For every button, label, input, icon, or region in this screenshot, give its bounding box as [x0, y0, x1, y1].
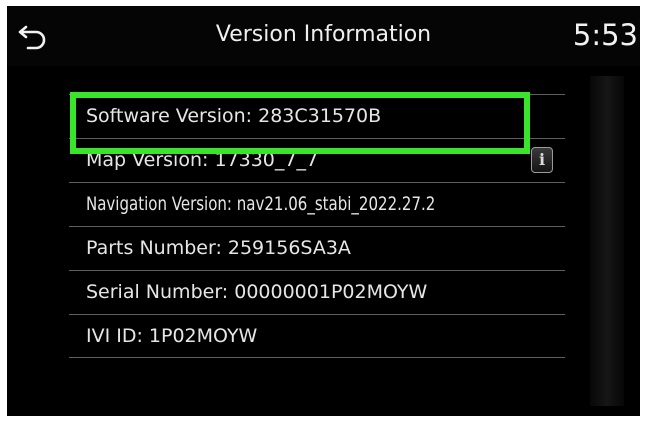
- parts-number-text: Parts Number: 259156SA3A: [86, 237, 351, 259]
- serial-number-row[interactable]: Serial Number: 00000001P02MOYW: [69, 270, 565, 314]
- software-version-text: Software Version: 283C31570B: [86, 105, 382, 127]
- parts-number-row[interactable]: Parts Number: 259156SA3A: [69, 226, 565, 270]
- map-info-button[interactable]: i: [531, 147, 553, 173]
- version-info-list: Software Version: 283C31570B Map Version…: [69, 94, 565, 358]
- ivi-id-row[interactable]: IVI ID: 1P02MOYW: [69, 314, 565, 358]
- navigation-version-text: Navigation Version: nav21.06_stabi_2022.…: [86, 193, 436, 215]
- display-screen: Version Information 5:53 Software Versio…: [7, 6, 640, 416]
- ivi-id-text: IVI ID: 1P02MOYW: [86, 325, 258, 347]
- clock: 5:53: [572, 18, 638, 52]
- back-button[interactable]: [17, 20, 53, 52]
- map-version-row[interactable]: Map Version: 17330_7_7 i: [69, 138, 565, 182]
- page-title: Version Information: [215, 22, 432, 47]
- header-bar: Version Information 5:53: [7, 6, 640, 66]
- navigation-version-row[interactable]: Navigation Version: nav21.06_stabi_2022.…: [69, 182, 565, 226]
- software-version-row[interactable]: Software Version: 283C31570B: [69, 94, 565, 138]
- serial-number-text: Serial Number: 00000001P02MOYW: [86, 281, 428, 303]
- info-icon: i: [538, 150, 546, 169]
- map-version-text: Map Version: 17330_7_7: [86, 149, 319, 171]
- back-arrow-icon: [18, 25, 46, 50]
- scrollbar-track[interactable]: [590, 76, 624, 406]
